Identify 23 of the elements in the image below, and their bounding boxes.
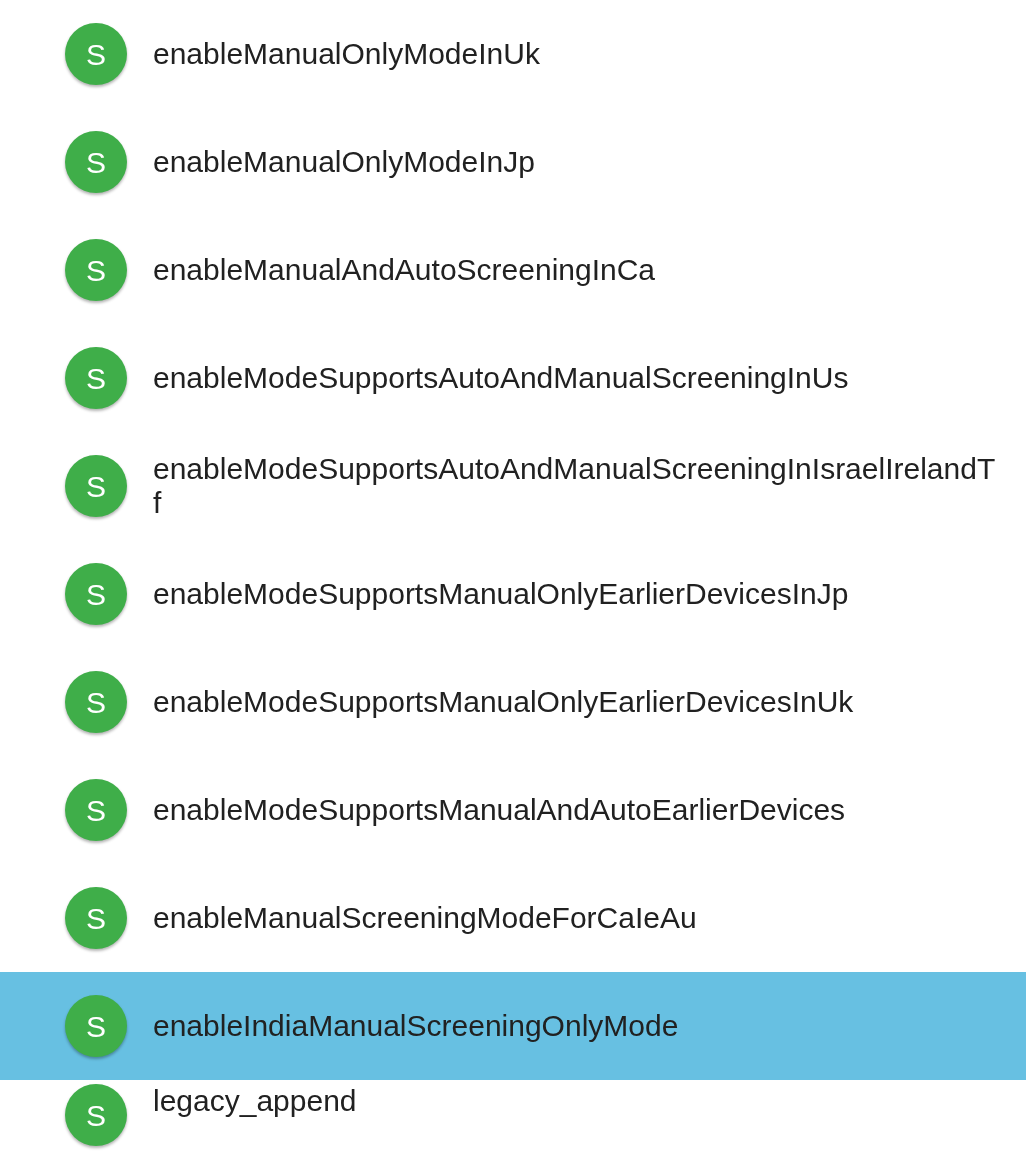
- item-label: enableModeSupportsManualOnlyEarlierDevicesInUk: [153, 685, 854, 719]
- avatar-icon: S: [65, 995, 127, 1057]
- item-label: enableModeSupportsAutoAndManualScreeningInUs: [153, 361, 849, 395]
- item-label: enableModeSupportsManualOnlyEarlierDevicesInJp: [153, 577, 849, 611]
- item-label: enableIndiaManualScreeningOnlyMode: [153, 1009, 679, 1043]
- avatar-icon: S: [65, 887, 127, 949]
- avatar-icon: S: [65, 563, 127, 625]
- avatar-icon: S: [65, 671, 127, 733]
- item-label: enableManualAndAutoScreeningInCa: [153, 253, 656, 287]
- avatar-icon: S: [65, 23, 127, 85]
- avatar-icon: S: [65, 239, 127, 301]
- avatar-icon: S: [65, 131, 127, 193]
- list-item[interactable]: S enableIndiaManualScreeningOnlyMode: [0, 972, 1026, 1080]
- item-label: enableModeSupportsAutoAndManualScreeningInIsraelIrelandTf: [153, 452, 996, 520]
- item-label: enableModeSupportsManualAndAutoEarlierDevices: [153, 793, 846, 827]
- avatar-icon: S: [65, 1084, 127, 1146]
- avatar-icon: S: [65, 347, 127, 409]
- item-label: enableManualScreeningModeForCaIeAu: [153, 901, 697, 935]
- item-label: legacy_append: [153, 1084, 357, 1118]
- item-label: enableManualOnlyModeInJp: [153, 145, 535, 179]
- avatar-icon: S: [65, 455, 127, 517]
- item-label: enableManualOnlyModeInUk: [153, 37, 540, 71]
- avatar-icon: S: [65, 779, 127, 841]
